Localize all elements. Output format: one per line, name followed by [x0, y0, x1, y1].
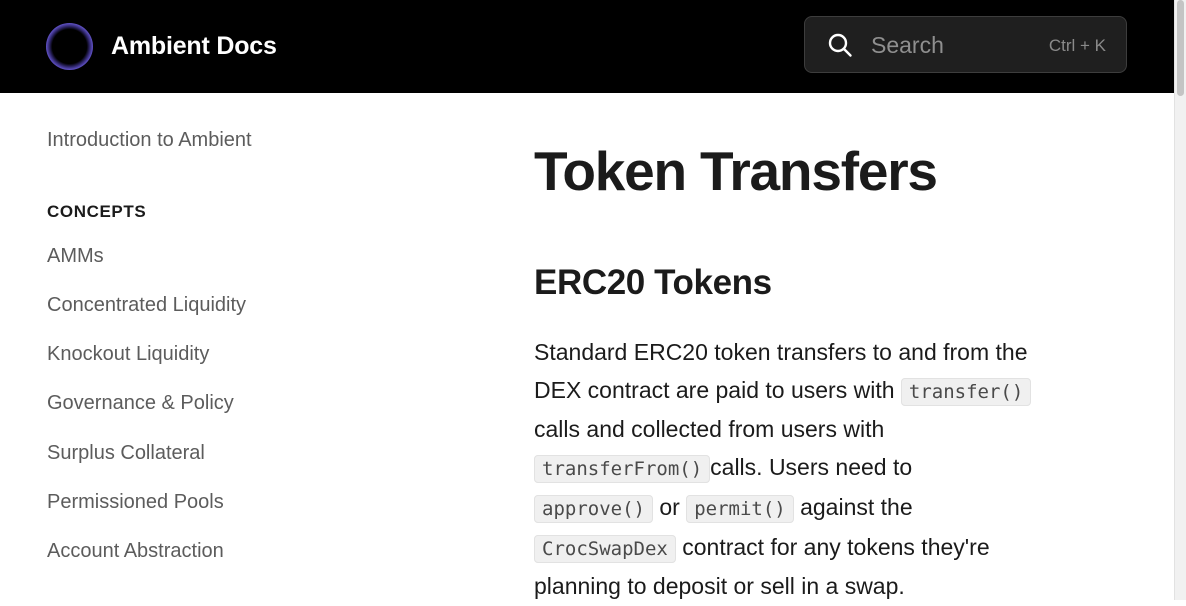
sidebar-item-knockout-liquidity[interactable]: Knockout Liquidity [47, 341, 209, 367]
para-text-2: calls and collected from users with [534, 416, 885, 443]
search-shortcut-hint: Ctrl + K [1048, 36, 1106, 55]
sidebar-item-amms[interactable]: AMMs [47, 243, 104, 269]
para-text-4: or [659, 493, 680, 520]
search-icon [828, 33, 852, 57]
site-title[interactable]: Ambient Docs [111, 30, 277, 62]
sidebar-item-concentrated-liquidity[interactable]: Concentrated Liquidity [47, 292, 246, 318]
search-placeholder: Search [871, 32, 944, 58]
sidebar-item-governance-policy[interactable]: Governance & Policy [47, 390, 234, 416]
sidebar-item-surplus-collateral[interactable]: Surplus Collateral [47, 440, 205, 466]
sidebar-section-concepts: CONCEPTS [47, 202, 147, 221]
page-scrollbar[interactable] [1174, 0, 1186, 600]
top-header: Ambient Docs Search Ctrl + K [0, 0, 1175, 93]
paragraph-erc20: Standard ERC20 token transfers to and fr… [534, 334, 1034, 606]
sidebar-item-introduction[interactable]: Introduction to Ambient [47, 127, 252, 153]
ambient-logo-icon[interactable] [46, 23, 93, 70]
code-crocswapdex: CrocSwapDex [534, 534, 676, 563]
code-approve: approve() [534, 494, 653, 523]
scrollbar-thumb[interactable] [1177, 0, 1184, 96]
section-heading-erc20: ERC20 Tokens [534, 263, 772, 302]
search-box[interactable]: Search Ctrl + K [804, 16, 1127, 73]
code-permit: permit() [686, 494, 794, 523]
para-text-3: calls. Users need to [710, 454, 913, 481]
sidebar-item-permissioned-pools[interactable]: Permissioned Pools [47, 489, 224, 515]
sidebar-item-account-abstraction[interactable]: Account Abstraction [47, 538, 224, 564]
code-transfer: transfer() [900, 377, 1032, 406]
para-text-5: against the [800, 493, 913, 520]
code-transferfrom: transferFrom() [534, 455, 711, 484]
page-title: Token Transfers [534, 140, 938, 202]
